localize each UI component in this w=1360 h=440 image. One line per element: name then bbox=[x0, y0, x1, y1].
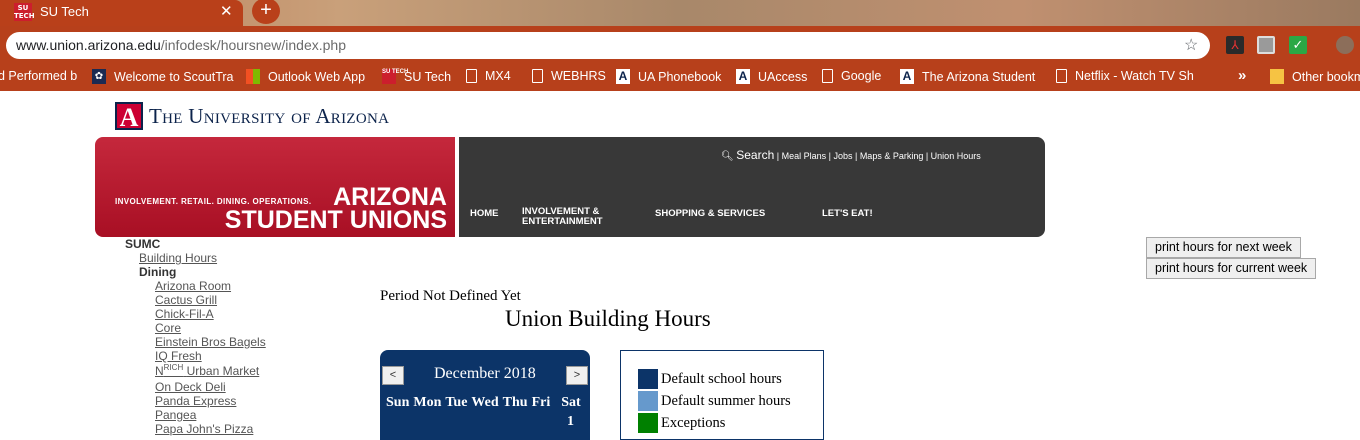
calendar-widget: < December 2018 > Sun Mon Tue Wed Thu Fri Sat … bbox=[380, 350, 590, 440]
sidebar-item-papa-johns-pizza[interactable]: Papa John's Pizza bbox=[155, 422, 253, 436]
search-link[interactable]: Search bbox=[736, 148, 774, 162]
ua-logo-icon: A bbox=[616, 69, 630, 84]
print-next-week-button[interactable]: print hours for next week bbox=[1146, 237, 1301, 258]
utility-links: 🔍︎ Search | Meal Plans | Jobs | Maps & P… bbox=[721, 148, 981, 162]
brand-line-2: STUDENT UNIONS bbox=[224, 206, 447, 234]
legend-swatch bbox=[638, 413, 658, 433]
weekday-label: Sun bbox=[386, 395, 410, 410]
sidebar-item-cactus-grill[interactable]: Cactus Grill bbox=[155, 293, 217, 307]
weekday-label: Tue bbox=[445, 395, 468, 410]
legend-label: Exceptions bbox=[661, 414, 726, 431]
ua-a-icon: A bbox=[115, 102, 143, 132]
period-status: Period Not Defined Yet bbox=[380, 288, 521, 304]
sidebar-item-einstein-bros-bagels[interactable]: Einstein Bros Bagels bbox=[155, 335, 266, 349]
bookmark-item[interactable]: d Performed b bbox=[0, 69, 77, 83]
calendar-day[interactable]: 1 bbox=[567, 414, 574, 430]
bookmark-folder[interactable]: Other bookm bbox=[1270, 69, 1360, 84]
new-tab-button[interactable]: + bbox=[252, 0, 280, 24]
main-navigation: 🔍︎ Search | Meal Plans | Jobs | Maps & P… bbox=[459, 137, 1045, 237]
scout-icon: ✿ bbox=[92, 69, 106, 84]
bookmark-item[interactable]: Outlook Web App bbox=[246, 69, 365, 84]
university-logo[interactable]: A The University of Arizona bbox=[115, 102, 390, 132]
page-icon bbox=[532, 69, 543, 83]
nrich-sup: RICH bbox=[163, 363, 184, 372]
url-text: www.union.arizona.edu/infodesk/hoursnew/… bbox=[16, 37, 346, 53]
bookmark-item[interactable]: A UAccess bbox=[736, 69, 807, 84]
legend-item: Exceptions bbox=[638, 413, 725, 433]
su-tech-icon: SU TECH bbox=[382, 69, 408, 84]
bookmark-item[interactable]: WEBHRS bbox=[532, 69, 606, 83]
banner-tagline: INVOLVEMENT. RETAIL. DINING. OPERATIONS. bbox=[115, 197, 312, 206]
sidebar-item-iq-fresh[interactable]: IQ Fresh bbox=[155, 349, 202, 363]
calendar-month: December 2018 bbox=[434, 365, 536, 382]
close-icon[interactable]: ✕ bbox=[220, 2, 233, 20]
bookmarks-bar: d Performed b ✿ Welcome to ScoutTra Outlo… bbox=[0, 64, 1360, 91]
sidebar-item-on-deck-deli[interactable]: On Deck Deli bbox=[155, 380, 226, 394]
calendar-prev-button[interactable]: < bbox=[382, 366, 404, 385]
legend-label: Default summer hours bbox=[661, 392, 791, 409]
profile-avatar[interactable] bbox=[1336, 36, 1354, 54]
outlook-icon bbox=[246, 69, 260, 84]
calendar-next-button[interactable]: > bbox=[566, 366, 588, 385]
calendar-weekday-header: Sun Mon Tue Wed Thu Fri Sat bbox=[386, 395, 585, 411]
weekday-label: Thu bbox=[502, 395, 528, 410]
bookmark-item[interactable]: ✿ Welcome to ScoutTra bbox=[92, 69, 234, 84]
page-title: Union Building Hours bbox=[505, 306, 711, 331]
nav-involvement[interactable]: INVOLVEMENT & ENTERTAINMENT bbox=[522, 207, 603, 227]
sidebar-item-chick-fil-a[interactable]: Chick-Fil-A bbox=[155, 307, 214, 321]
pdf-extension-icon[interactable]: ⅄ bbox=[1226, 36, 1244, 54]
page-icon bbox=[466, 69, 477, 83]
weekday-label: Fri bbox=[531, 395, 551, 410]
bookmark-star-icon[interactable]: ☆ bbox=[1184, 35, 1198, 55]
university-name: The University of Arizona bbox=[149, 103, 390, 128]
sidebar-item-panda-express[interactable]: Panda Express bbox=[155, 394, 236, 408]
urban-market-label: Urban Market bbox=[186, 364, 260, 378]
sidebar-heading-dining: Dining bbox=[139, 265, 177, 279]
nav-home[interactable]: HOME bbox=[470, 209, 499, 219]
tab-title: SU Tech bbox=[40, 4, 89, 19]
nav-shopping[interactable]: SHOPPING & SERVICES bbox=[655, 209, 765, 219]
bookmark-item[interactable]: A UA Phonebook bbox=[616, 69, 721, 84]
bookmark-item[interactable]: MX4 bbox=[466, 69, 511, 83]
weekday-label: Sat bbox=[561, 395, 581, 410]
legend-item: Default summer hours bbox=[638, 391, 791, 411]
nrich-n: N bbox=[155, 364, 164, 378]
utility-links-text[interactable]: | Meal Plans | Jobs | Maps & Parking | U… bbox=[777, 151, 981, 161]
sidebar-item-core[interactable]: Core bbox=[155, 321, 181, 335]
bookmark-item[interactable]: Google bbox=[822, 69, 881, 83]
weekday-label: Mon bbox=[413, 395, 442, 410]
bookmark-item[interactable]: SU TECH SU Tech bbox=[382, 69, 451, 84]
checkmark-extension-icon[interactable]: ✓ bbox=[1289, 36, 1307, 54]
page-icon bbox=[1056, 69, 1067, 83]
legend: Default school hours Default summer hour… bbox=[620, 350, 824, 440]
chevron-right-icon[interactable]: » bbox=[1238, 67, 1246, 84]
sidebar-item-pangea[interactable]: Pangea bbox=[155, 408, 196, 422]
su-tech-favicon-icon: SU TECH bbox=[14, 3, 35, 21]
weekday-label: Wed bbox=[471, 395, 499, 410]
sidebar-heading-sumc: SUMC bbox=[125, 237, 161, 251]
browser-tab[interactable]: SU TECH SU Tech ✕ bbox=[0, 0, 243, 26]
bookmark-item[interactable]: Netflix - Watch TV Sh bbox=[1056, 69, 1194, 83]
legend-label: Default school hours bbox=[661, 370, 782, 387]
bookmark-item[interactable]: A The Arizona Student bbox=[900, 69, 1035, 84]
browser-toolbar: www.union.arizona.edu/infodesk/hoursnew/… bbox=[0, 26, 1360, 64]
legend-item: Default school hours bbox=[638, 369, 782, 389]
sidebar-item-building-hours[interactable]: Building Hours bbox=[139, 251, 217, 265]
page-icon bbox=[822, 69, 833, 83]
legend-swatch bbox=[638, 369, 658, 389]
sidebar-item-arizona-room[interactable]: Arizona Room bbox=[155, 279, 231, 293]
nav-lets-eat[interactable]: LET'S EAT! bbox=[822, 209, 873, 219]
ua-logo-icon: A bbox=[736, 69, 750, 84]
print-current-week-button[interactable]: print hours for current week bbox=[1146, 258, 1317, 279]
student-unions-banner[interactable]: INVOLVEMENT. RETAIL. DINING. OPERATIONS.… bbox=[95, 137, 455, 237]
nav-involvement-line2: ENTERTAINMENT bbox=[522, 216, 603, 227]
extension-icon[interactable] bbox=[1257, 36, 1275, 54]
folder-icon bbox=[1270, 69, 1284, 84]
legend-swatch bbox=[638, 391, 658, 411]
search-icon[interactable]: 🔍︎ bbox=[721, 151, 734, 162]
ua-logo-icon: A bbox=[900, 69, 914, 84]
address-bar[interactable]: www.union.arizona.edu/infodesk/hoursnew/… bbox=[6, 32, 1210, 59]
sidebar-item-nrich-urban-market[interactable]: NRICH Urban Market bbox=[155, 363, 259, 378]
